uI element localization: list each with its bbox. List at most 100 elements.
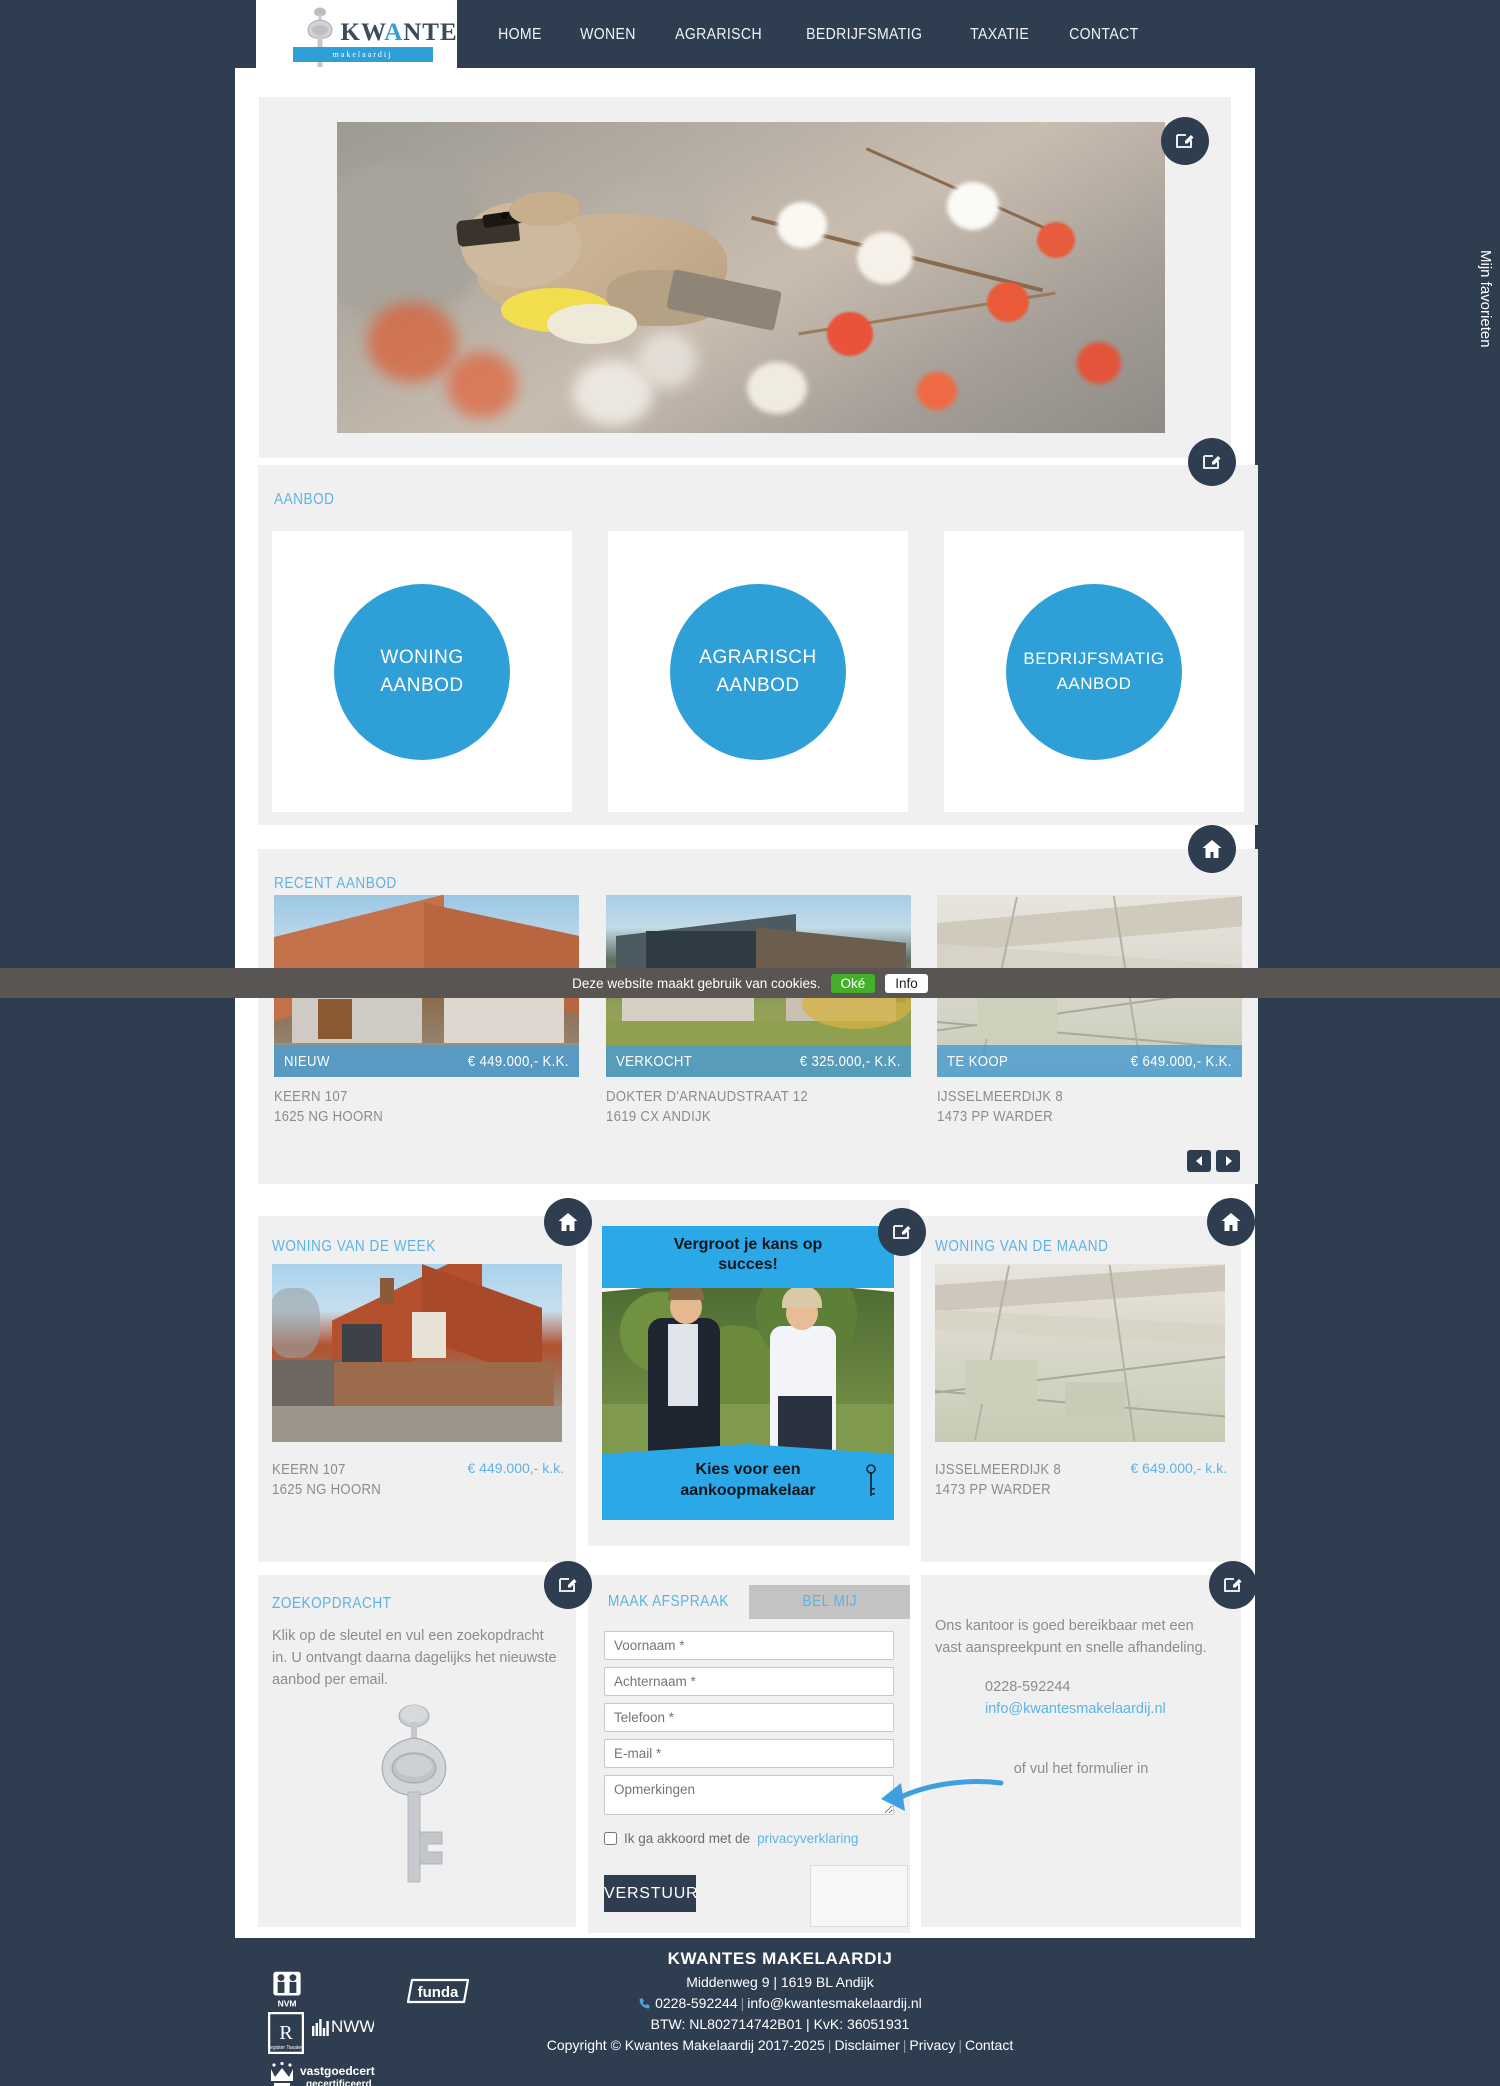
footer-link-disclaimer[interactable]: Disclaimer (834, 2037, 899, 2053)
bottom-row: ZOEKOPDRACHT Klik op de sleutel en vul e… (258, 1561, 1258, 1933)
small-key-icon (866, 1464, 876, 1496)
property-ribbon: NIEUW € 449.000,- K.K. (274, 1045, 579, 1077)
property-status: VERKOCHT (615, 1052, 692, 1070)
email-input[interactable] (604, 1739, 894, 1768)
contact-info-panel: Ons kantoor is goed bereikbaar met een v… (881, 1561, 1257, 1927)
promo-photo (602, 1278, 894, 1458)
opmerkingen-textarea[interactable] (604, 1775, 894, 1815)
nav-item-contact[interactable]: CONTACT (1055, 26, 1153, 44)
footer-text: KWANTES MAKELAARDIJ Middenweg 9 | 1619 B… (430, 1946, 1130, 2056)
bedrijfsmatig-aanbod-circle[interactable]: BEDRIJFSMATIG AANBOD (1006, 583, 1182, 760)
svg-text:NWWI: NWWI (331, 2017, 374, 2036)
footer-email[interactable]: info@kwantesmakelaardij.nl (747, 1995, 922, 2011)
site-logo[interactable]: KWANTES makelaardij (256, 0, 457, 73)
cookie-info-button[interactable]: Info (885, 973, 928, 993)
property-ribbon: VERKOCHT € 325.000,- K.K. (605, 1045, 911, 1077)
svg-text:NVM: NVM (278, 1999, 297, 2009)
nav-item-wonen[interactable]: WONEN (566, 26, 650, 44)
tab-bel-mij[interactable]: BEL MIJ (749, 1585, 910, 1619)
privacy-link[interactable]: privacyverklaring (757, 1831, 858, 1846)
footer-link-contact[interactable]: Contact (965, 2037, 1013, 2053)
carousel-prev-button[interactable] (1187, 1150, 1211, 1172)
main-navigation: HOME WONEN AGRARISCH BEDRIJFSMATIG TAXAT… (484, 26, 1166, 44)
recent-aanbod-home-button[interactable] (1188, 825, 1236, 873)
achternaam-input[interactable] (604, 1667, 894, 1696)
edit-icon (893, 1225, 911, 1239)
week-address: KEERN 107 1625 NG HOORN (272, 1460, 396, 1500)
recent-aanbod-list: NIEUW € 449.000,- K.K. KEERN 107 1625 NG… (274, 895, 1242, 1125)
cookie-accept-button[interactable]: Oké (830, 973, 876, 993)
form-tabs: MAAK AFSPRAAK BEL MIJ (588, 1585, 910, 1619)
property-address: DOKTER D'ARNAUDSTRAAT 12 1619 CX ANDIJK (606, 1087, 911, 1127)
woning-van-de-maand-panel: WONING VAN DE MAAND IJSSELMEERDIJK 8 147… (921, 1198, 1255, 1562)
aanbod-section: AANBOD WONING AANBOD AGRARISCH AANBOD BE… (258, 438, 1258, 825)
nav-item-bedrijfsmatig[interactable]: BEDRIJFSMATIG (792, 26, 936, 44)
site-header: KWANTES makelaardij HOME WONEN AGRARISCH… (0, 0, 1500, 76)
agrarisch-aanbod-line2: AANBOD (716, 674, 800, 696)
promo-headline: Vergroot je kans op succes! (602, 1226, 894, 1288)
zoekopdracht-edit-button[interactable] (544, 1561, 592, 1609)
aanbod-title: AANBOD (274, 491, 335, 508)
promo-footline-line2: aankoopmakelaar (680, 1481, 816, 1499)
contact-edit-button[interactable] (1209, 1561, 1257, 1609)
promo-edit-button[interactable] (878, 1208, 926, 1256)
hero-image (337, 122, 1165, 433)
property-street: IJSSELMEERDIJK 8 (937, 1088, 1064, 1105)
promo-banner[interactable]: Vergroot je kans op succes! Kies voor ee… (602, 1226, 894, 1520)
hero-edit-button[interactable] (1161, 117, 1209, 165)
telefoon-input[interactable] (604, 1703, 894, 1732)
property-price: € 325.000,- K.K. (799, 1052, 901, 1070)
nav-item-taxatie[interactable]: TAXATIE (956, 26, 1043, 44)
week-street: KEERN 107 (272, 1461, 346, 1478)
property-card[interactable]: TE KOOP € 649.000,- K.K. IJSSELMEERDIJK … (937, 895, 1242, 1125)
woning-van-de-week-panel: WONING VAN DE WEEK KEERN 107 1625 NG HOO… (258, 1198, 592, 1562)
aanbod-card-agrarisch[interactable]: AGRARISCH AANBOD (608, 531, 908, 812)
contact-email[interactable]: info@kwantesmakelaardij.nl (985, 1701, 1166, 1717)
woning-aanbod-line2: AANBOD (380, 674, 464, 696)
aanbod-card-bedrijfsmatig[interactable]: BEDRIJFSMATIG AANBOD (944, 531, 1244, 812)
zoekopdracht-text: Klik op de sleutel en vul een zoekopdrac… (272, 1628, 557, 1689)
bedrijfsmatig-aanbod-line2: AANBOD (1056, 673, 1132, 693)
rz-logo-icon: R Register Taxateur (268, 2012, 304, 2054)
footer-copyright: Copyright © Kwantes Makelaardij 2017-202… (546, 2036, 825, 2053)
aanbod-edit-button[interactable] (1188, 438, 1236, 486)
carousel-controls (1187, 1150, 1240, 1172)
recent-aanbod-title: RECENT AANBOD (274, 875, 397, 892)
agrarisch-aanbod-line1: AGRARISCH (699, 646, 817, 668)
voornaam-input[interactable] (604, 1631, 894, 1660)
aanbod-card-list: WONING AANBOD AGRARISCH AANBOD BEDRIJFSM… (272, 531, 1244, 812)
privacy-checkbox[interactable] (604, 1832, 617, 1845)
month-price: € 649.000,- k.k. (1130, 1460, 1227, 1476)
property-city: 1619 CX ANDIJK (605, 1107, 711, 1125)
captcha-widget[interactable] (810, 1865, 908, 1927)
privacy-text: Ik ga akkoord met de (624, 1831, 751, 1846)
key-image-icon[interactable] (364, 1700, 464, 1890)
woning-van-de-week-title: WONING VAN DE WEEK (272, 1238, 436, 1255)
property-card[interactable]: NIEUW € 449.000,- K.K. KEERN 107 1625 NG… (274, 895, 579, 1125)
hero-section (259, 97, 1231, 458)
zoekopdracht-title: ZOEKOPDRACHT (272, 1595, 392, 1612)
property-card[interactable]: VERKOCHT € 325.000,- K.K. DOKTER D'ARNAU… (605, 895, 911, 1125)
nav-item-home[interactable]: HOME (484, 26, 556, 44)
vastgoedcert-logo-icon: vastgoedcert gecertificeerd (271, 2062, 375, 2086)
cookie-banner: Deze website maakt gebruik van cookies. … (0, 968, 1500, 998)
footer-link-privacy[interactable]: Privacy (909, 2037, 955, 2053)
aanbod-card-woning[interactable]: WONING AANBOD (272, 531, 572, 812)
verstuur-button[interactable]: VERSTUUR (604, 1875, 698, 1912)
page-root: KWANTES makelaardij HOME WONEN AGRARISCH… (0, 0, 1500, 2086)
carousel-next-button[interactable] (1216, 1150, 1240, 1172)
favorites-tab[interactable]: Mijn favorieten (1474, 250, 1500, 410)
nav-item-agrarisch[interactable]: AGRARISCH (661, 26, 776, 44)
property-status: NIEUW (284, 1052, 330, 1070)
footer-phone[interactable]: 0228-592244 (655, 1995, 738, 2011)
zoekopdracht-panel: ZOEKOPDRACHT Klik op de sleutel en vul e… (258, 1561, 592, 1927)
woning-van-de-maand-home-button[interactable] (1207, 1198, 1255, 1246)
nwwi-logo-icon: NWWI (312, 2017, 374, 2036)
property-city: 1625 NG HOORN (274, 1107, 384, 1125)
footer-registration: BTW: NL802714742B01 | KvK: 36051931 (650, 2015, 910, 2032)
agrarisch-aanbod-circle[interactable]: AGRARISCH AANBOD (670, 583, 846, 760)
woning-van-de-week-home-button[interactable] (544, 1198, 592, 1246)
promo-headline-line2: succes! (718, 1256, 778, 1273)
tab-maak-afspraak[interactable]: MAAK AFSPRAAK (588, 1585, 749, 1619)
woning-aanbod-circle[interactable]: WONING AANBOD (334, 583, 510, 760)
